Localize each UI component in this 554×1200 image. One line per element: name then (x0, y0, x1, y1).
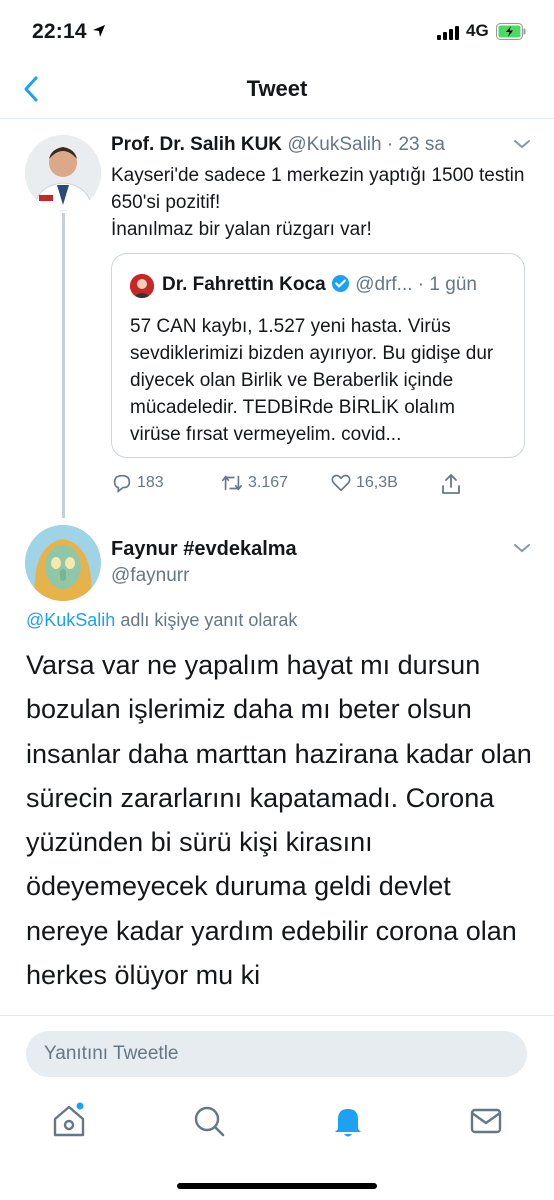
author-name[interactable]: Faynur #evdekalma (111, 538, 297, 561)
quoted-author-handle: @drf... (355, 274, 413, 295)
share-icon (442, 474, 460, 494)
chevron-down-icon[interactable] (512, 542, 532, 554)
tweet-text: Varsa var ne yapalım hayat mı dursun boz… (26, 650, 532, 991)
tweet-text: Kayseri'de sadece 1 merkezin yaptığı 150… (111, 165, 525, 240)
quoted-author-name: Dr. Fahrettin Koca (162, 274, 326, 295)
like-button[interactable]: 16,3B (330, 472, 398, 494)
avatar[interactable] (25, 135, 101, 211)
replying-to: @KukSalih adlı kişiye yanıt olarak (26, 610, 297, 631)
quoted-header: Dr. Fahrettin Koca @drf... · 1 gün (162, 274, 477, 296)
bell-icon[interactable] (328, 1101, 368, 1141)
chevron-down-icon[interactable] (512, 138, 532, 150)
tweet-header: Prof. Dr. Salih KUK @KukSalih · 23 sa (111, 134, 445, 156)
status-time: 22:14 (32, 20, 87, 43)
replying-to-link[interactable]: @KukSalih (26, 610, 115, 630)
reply-input[interactable]: Yanıtını Tweetle (26, 1031, 527, 1077)
quoted-avatar (130, 274, 154, 298)
author-handle[interactable]: @KukSalih (287, 134, 381, 155)
retweet-button[interactable]: 3.167 (220, 472, 288, 494)
battery-charging-icon (496, 23, 526, 40)
quoted-text: 57 CAN kaybı, 1.527 yeni hasta. Virüs se… (130, 316, 494, 445)
reply-count: 183 (137, 474, 164, 492)
author-handle[interactable]: @faynurr (111, 565, 189, 587)
retweet-icon (222, 475, 242, 491)
nav-divider (0, 118, 554, 119)
share-button[interactable] (440, 472, 466, 496)
author-name[interactable]: Prof. Dr. Salih KUK (111, 134, 282, 155)
verified-badge-icon (331, 274, 349, 293)
tweet-time: · 23 sa (386, 134, 445, 155)
page-title: Tweet (246, 76, 308, 101)
thread-line (62, 213, 65, 518)
home-indicator (177, 1183, 377, 1189)
heart-icon (331, 474, 351, 492)
like-count: 16,3B (356, 474, 398, 492)
reply-icon (113, 474, 131, 493)
replying-to-label: adlı kişiye yanıt olarak (115, 610, 298, 630)
search-icon[interactable] (189, 1101, 229, 1141)
home-icon[interactable] (49, 1101, 89, 1141)
quoted-time: · 1 gün (417, 274, 477, 295)
location-arrow-icon (93, 25, 105, 37)
reply-button[interactable]: 183 (111, 472, 164, 494)
divider (0, 1015, 554, 1016)
avatar[interactable] (25, 525, 101, 601)
network-type: 4G (466, 21, 489, 40)
retweet-count: 3.167 (248, 474, 289, 492)
mail-icon[interactable] (466, 1101, 506, 1141)
cellular-signal-icon (437, 26, 461, 40)
